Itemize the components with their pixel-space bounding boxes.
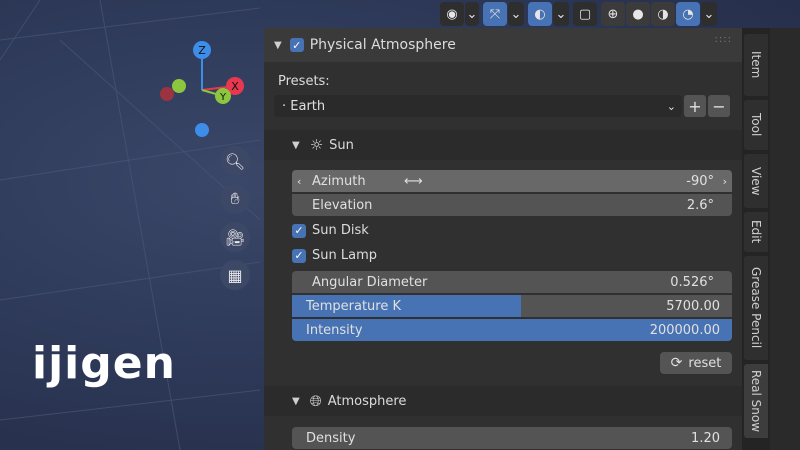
density-value: 1.20 <box>691 430 720 446</box>
chevron-down-icon[interactable]: ⌄ <box>701 2 717 26</box>
xray-icon[interactable]: ▢ <box>573 2 597 26</box>
tab-grease-pencil[interactable]: Grease Pencil <box>744 256 768 360</box>
sidebar-tabs: Item Tool View Edit Grease Pencil Real S… <box>742 28 770 450</box>
sun-lamp-toggle[interactable]: ✓ Sun Lamp <box>292 248 377 263</box>
sun-lamp-label: Sun Lamp <box>312 248 377 263</box>
hand-pan-icon[interactable]: ✋︎ <box>220 184 250 214</box>
panel-header[interactable]: ▼ ✓ Physical Atmosphere :::: <box>264 28 742 62</box>
tab-item[interactable]: Item <box>744 34 768 96</box>
elevation-label: Elevation <box>312 197 373 213</box>
solid-shading-icon[interactable]: ● <box>626 2 650 26</box>
visibility-icon[interactable]: ◉ <box>440 2 464 26</box>
density-label: Density <box>306 430 356 446</box>
intensity-field[interactable]: Intensity 200000.00 <box>292 319 732 341</box>
preset-dropdown[interactable]: · Earth ⌄ <box>274 95 682 117</box>
azimuth-value: -90° <box>686 173 714 189</box>
neg-y-axis-icon <box>172 79 186 93</box>
azimuth-label: Azimuth <box>312 173 366 189</box>
zoom-icon[interactable]: 🔍︎ <box>220 146 250 176</box>
chevron-down-icon[interactable]: ⌄ <box>465 2 479 26</box>
sun-subpanel-title: Sun <box>329 137 354 153</box>
rendered-shading-icon[interactable]: ◔ <box>676 2 700 26</box>
preset-value: · Earth <box>282 98 326 114</box>
sidebar-scroll-region[interactable] <box>770 28 800 450</box>
resize-cursor-icon: ⟷ <box>404 173 423 189</box>
tab-real-snow[interactable]: Real Snow <box>744 364 768 438</box>
temperature-value: 5700.00 <box>666 298 720 314</box>
panel-title: Physical Atmosphere <box>309 37 456 53</box>
remove-preset-button[interactable]: − <box>708 95 730 117</box>
reset-label: reset <box>688 355 722 371</box>
x-axis-label: X <box>231 80 239 93</box>
sun-icon: ☼ <box>309 136 324 154</box>
grid-perspective-icon[interactable]: ▦ <box>220 260 250 290</box>
collapse-triangle-icon[interactable]: ▼ <box>292 396 300 407</box>
sun-disk-toggle[interactable]: ✓ Sun Disk <box>292 223 369 238</box>
sun-disk-label: Sun Disk <box>312 223 369 238</box>
reset-icon: ⟳ <box>670 355 683 371</box>
intensity-value: 200000.00 <box>649 322 720 338</box>
angular-diameter-value: 0.526° <box>670 274 714 290</box>
physical-atmosphere-panel: ▼ ✓ Physical Atmosphere :::: Presets: · … <box>264 28 742 450</box>
gizmo-toggle-icon[interactable]: ⤧ <box>483 2 507 26</box>
wireframe-shading-icon[interactable]: ⊕ <box>601 2 625 26</box>
sun-disk-checkbox[interactable]: ✓ <box>292 223 306 238</box>
increment-arrow-icon[interactable]: › <box>723 175 727 188</box>
y-axis-label: Y <box>219 92 227 103</box>
navigation-gizmo[interactable]: Z X Y <box>155 38 255 148</box>
angular-diameter-field[interactable]: Angular Diameter 0.526° <box>292 271 732 293</box>
presets-label: Presets: <box>278 74 330 89</box>
tab-view[interactable]: View <box>744 154 768 208</box>
chevron-down-icon[interactable]: ⌄ <box>508 2 524 26</box>
reset-button[interactable]: ⟳ reset <box>660 352 732 374</box>
elevation-field[interactable]: Elevation 2.6° <box>292 194 732 216</box>
viewport-header: ◉ ⌄ ⤧ ⌄ ◐ ⌄ ▢ ⊕ ● ◑ ◔ ⌄ <box>440 0 760 28</box>
overlays-icon[interactable]: ◐ <box>528 2 552 26</box>
tab-tool[interactable]: Tool <box>744 100 768 150</box>
z-axis-label: Z <box>198 44 206 57</box>
sun-subpanel-header[interactable]: ▼ ☼ Sun <box>264 130 742 160</box>
temperature-field[interactable]: Temperature K 5700.00 <box>292 295 732 317</box>
intensity-label: Intensity <box>306 322 363 338</box>
chevron-down-icon: ⌄ <box>666 99 676 113</box>
channel-logo: ijigen <box>32 338 176 389</box>
atmosphere-subpanel-title: Atmosphere <box>327 393 407 409</box>
azimuth-field[interactable]: ‹ Azimuth ⟷ -90° › <box>292 170 732 192</box>
tab-edit[interactable]: Edit <box>744 212 768 252</box>
add-preset-button[interactable]: + <box>684 95 706 117</box>
temperature-label: Temperature K <box>306 298 402 314</box>
neg-z-axis-icon <box>195 123 209 137</box>
camera-icon[interactable]: 🎥︎ <box>220 222 250 252</box>
angular-diameter-label: Angular Diameter <box>312 274 428 290</box>
sun-lamp-checkbox[interactable]: ✓ <box>292 248 306 263</box>
neg-x-axis-icon <box>160 87 174 101</box>
elevation-value: 2.6° <box>686 197 714 213</box>
collapse-triangle-icon[interactable]: ▼ <box>274 40 282 51</box>
globe-icon: 🌐︎ <box>309 392 322 410</box>
drag-handle-icon[interactable]: :::: <box>715 34 732 45</box>
material-shading-icon[interactable]: ◑ <box>651 2 675 26</box>
collapse-triangle-icon[interactable]: ▼ <box>292 140 300 151</box>
density-field[interactable]: Density 1.20 <box>292 427 732 449</box>
enable-checkbox[interactable]: ✓ <box>289 38 304 52</box>
atmosphere-subpanel-header[interactable]: ▼ 🌐︎ Atmosphere <box>264 386 742 416</box>
chevron-down-icon[interactable]: ⌄ <box>553 2 569 26</box>
